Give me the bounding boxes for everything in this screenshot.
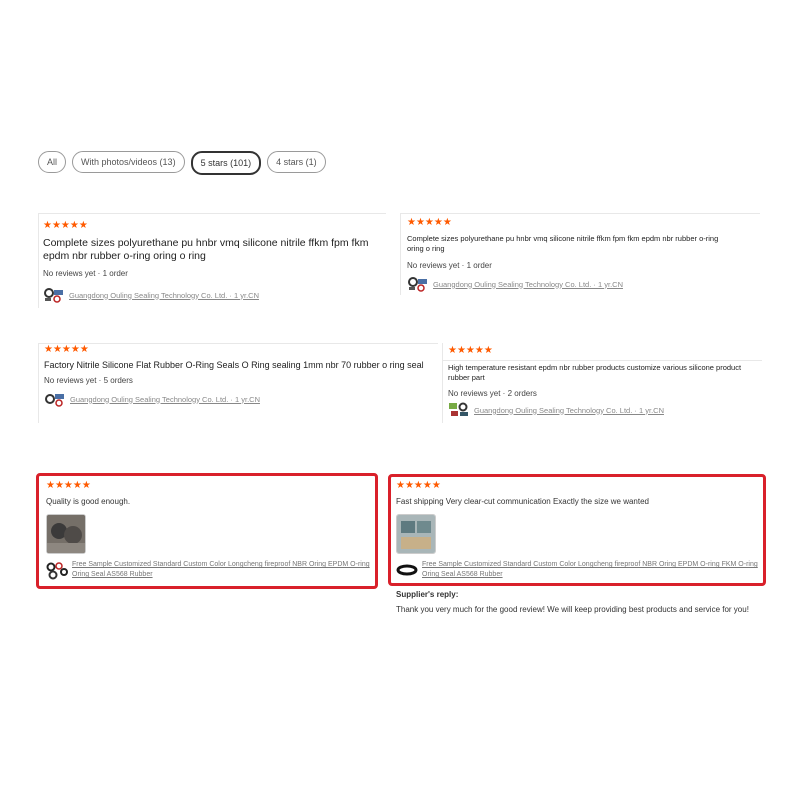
rating-stars: ★★★★★ <box>44 344 89 355</box>
product-title[interactable]: High temperature resistant epdm nbr rubb… <box>448 363 760 383</box>
product-title[interactable]: Complete sizes polyurethane pu hnbr vmq … <box>43 237 388 263</box>
product-title[interactable]: Complete sizes polyurethane pu hnbr vmq … <box>407 234 727 254</box>
divider <box>400 213 401 295</box>
divider <box>38 343 39 423</box>
supplier-link[interactable]: Guangdong Ouling Sealing Technology Co. … <box>433 280 623 289</box>
divider <box>38 213 39 308</box>
o-ring-icon <box>396 563 418 579</box>
product-meta: No reviews yet · 5 orders <box>44 376 133 385</box>
rating-stars: ★★★★★ <box>43 220 88 231</box>
rating-stars: ★★★★★ <box>407 217 452 228</box>
seal-logo-icon <box>44 391 64 407</box>
review-photo[interactable] <box>396 514 436 554</box>
supplier-row[interactable]: Guangdong Ouling Sealing Technology Co. … <box>44 391 444 407</box>
rating-stars: ★★★★★ <box>448 345 493 356</box>
product-card[interactable]: ★★★★★ Complete sizes polyurethane pu hnb… <box>43 221 388 303</box>
product-card[interactable]: ★★★★★ Complete sizes polyurethane pu hnb… <box>407 218 727 292</box>
product-meta: No reviews yet · 1 order <box>43 269 128 278</box>
divider <box>38 343 438 344</box>
filter-all[interactable]: All <box>38 151 67 173</box>
review-product-link[interactable]: Free Sample Customized Standard Custom C… <box>72 560 371 580</box>
seal-logo-icon <box>448 402 468 418</box>
review-product-link[interactable]: Free Sample Customized Standard Custom C… <box>422 560 758 580</box>
supplier-row[interactable]: Guangdong Ouling Sealing Technology Co. … <box>448 402 760 418</box>
review-card: ★★★★★ Fast shipping Very clear-cut commu… <box>396 481 758 580</box>
seal-logo-icon <box>46 562 68 580</box>
review-filter-bar: All With photos/videos (13) 5 stars (101… <box>38 151 326 175</box>
product-meta: No reviews yet · 2 orders <box>448 389 537 398</box>
seal-logo-icon <box>43 287 63 303</box>
divider <box>38 213 386 214</box>
review-product-row[interactable]: Free Sample Customized Standard Custom C… <box>46 560 371 580</box>
filter-with-photos[interactable]: With photos/videos (13) <box>72 151 185 173</box>
product-card[interactable]: ★★★★★ Factory Nitrile Silicone Flat Rubb… <box>44 345 444 407</box>
rating-stars: ★★★★★ <box>396 480 441 491</box>
product-meta: No reviews yet · 1 order <box>407 261 492 270</box>
product-title[interactable]: Factory Nitrile Silicone Flat Rubber O-R… <box>44 359 444 372</box>
supplier-row[interactable]: Guangdong Ouling Sealing Technology Co. … <box>407 276 727 292</box>
product-card[interactable]: ★★★★★ High temperature resistant epdm nb… <box>448 346 760 418</box>
review-comment: Fast shipping Very clear-cut communicati… <box>396 497 650 506</box>
review-card: ★★★★★ Quality is good enough. Free Sampl… <box>46 481 371 580</box>
filter-4-stars[interactable]: 4 stars (1) <box>267 151 326 173</box>
review-photo[interactable] <box>46 514 86 554</box>
review-product-row[interactable]: Free Sample Customized Standard Custom C… <box>396 560 758 580</box>
divider <box>400 213 760 214</box>
filter-5-stars[interactable]: 5 stars (101) <box>190 151 262 175</box>
review-comment: Quality is good enough. <box>46 497 131 506</box>
rating-stars: ★★★★★ <box>46 480 91 491</box>
reply-heading: Supplier's reply: <box>396 590 459 599</box>
seal-logo-icon <box>407 276 427 292</box>
supplier-link[interactable]: Guangdong Ouling Sealing Technology Co. … <box>70 395 260 404</box>
supplier-row[interactable]: Guangdong Ouling Sealing Technology Co. … <box>43 287 388 303</box>
supplier-link[interactable]: Guangdong Ouling Sealing Technology Co. … <box>474 406 664 415</box>
reply-text: Thank you very much for the good review!… <box>396 605 749 614</box>
supplier-reply: Supplier's reply: Thank you very much fo… <box>396 590 766 614</box>
supplier-link[interactable]: Guangdong Ouling Sealing Technology Co. … <box>69 291 259 300</box>
